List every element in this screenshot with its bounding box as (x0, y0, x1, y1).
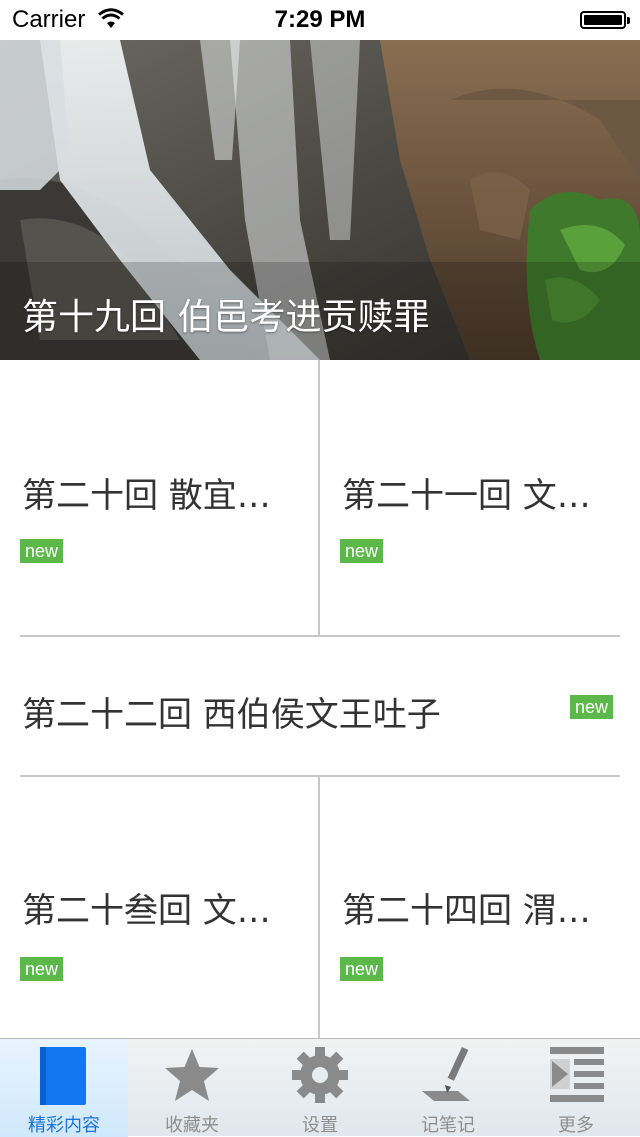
more-list-icon (550, 1047, 604, 1102)
article-title: 第二十叁回 文… (22, 891, 271, 931)
gear-icon (292, 1047, 348, 1103)
featured-title: 第十九回 伯邑考进贡赎罪 (22, 297, 430, 338)
article-item[interactable]: 第二十回 散宜… new (0, 360, 318, 636)
status-bar: Carrier 7:29 PM (0, 0, 640, 40)
tab-bar: 精彩内容 收藏夹 设置 记笔记 更多 (0, 1038, 640, 1137)
article-item[interactable]: 第二十一回 文… new (320, 360, 640, 636)
tab-label: 更多 (558, 1115, 594, 1136)
article-item[interactable]: 第二十二回 西伯侯文王吐子 new (0, 637, 640, 775)
new-badge: new (20, 957, 64, 981)
new-badge: new (570, 695, 614, 719)
tab-label: 收藏夹 (165, 1115, 219, 1136)
battery-icon (580, 11, 630, 29)
tab-favorites[interactable]: 收藏夹 (128, 1039, 256, 1137)
tab-label: 设置 (302, 1115, 338, 1136)
book-icon (40, 1047, 86, 1105)
new-badge: new (340, 539, 384, 563)
tab-more[interactable]: 更多 (512, 1039, 640, 1137)
star-icon (165, 1049, 219, 1101)
article-item[interactable]: 第二十叁回 文… new (0, 777, 318, 1037)
new-badge: new (340, 957, 384, 981)
article-title: 第二十一回 文… (342, 476, 591, 516)
tab-settings[interactable]: 设置 (256, 1039, 384, 1137)
tab-label: 记笔记 (421, 1115, 475, 1136)
article-title: 第二十四回 渭… (342, 891, 591, 931)
tab-label: 精彩内容 (28, 1115, 100, 1136)
tab-featured[interactable]: 精彩内容 (0, 1039, 128, 1137)
clock: 7:29 PM (274, 6, 366, 33)
article-item[interactable]: 第二十四回 渭… new (320, 777, 640, 1037)
article-title: 第二十二回 西伯侯文王吐子 (22, 695, 441, 735)
pen-icon (422, 1046, 470, 1101)
featured-article[interactable]: 第十九回 伯邑考进贡赎罪 (0, 40, 640, 360)
article-title: 第二十回 散宜… (22, 476, 271, 516)
new-badge: new (20, 539, 64, 563)
tab-notes[interactable]: 记笔记 (384, 1039, 512, 1137)
